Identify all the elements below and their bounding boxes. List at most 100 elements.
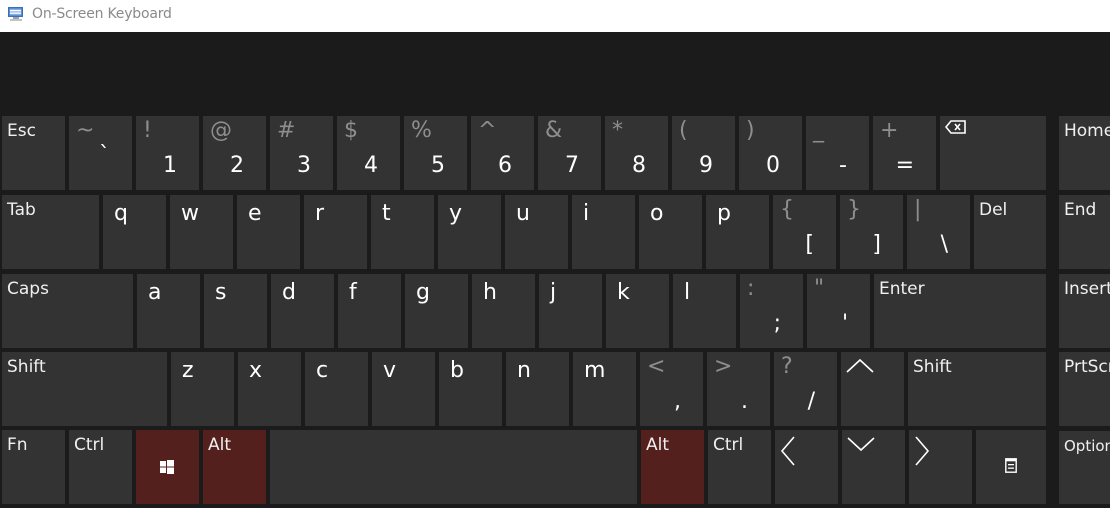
key-comma[interactable]: <, <box>640 352 703 426</box>
key-alt-left[interactable]: Alt <box>203 430 266 504</box>
key-6[interactable]: ^ 6 <box>471 116 534 190</box>
key-d[interactable]: d <box>271 274 334 348</box>
key-1[interactable]: ! 1 <box>136 116 199 190</box>
key-windows[interactable] <box>136 430 199 504</box>
key-backtick[interactable]: ~ ` <box>69 116 132 190</box>
key-semicolon[interactable]: :; <box>740 274 803 348</box>
key-slash[interactable]: ? / <box>774 352 837 426</box>
key-caps[interactable]: Caps <box>2 274 133 348</box>
key-k[interactable]: k <box>606 274 669 348</box>
shift-symbol: ! <box>143 118 152 143</box>
shift-symbol: " <box>814 276 825 301</box>
key-letter: w <box>181 201 199 226</box>
key-space[interactable] <box>270 430 637 504</box>
key-c[interactable]: c <box>305 352 368 426</box>
key-period[interactable]: >. <box>707 352 770 426</box>
shift-symbol: * <box>612 118 623 143</box>
shift-symbol: : <box>747 276 755 301</box>
key-label: Alt <box>646 435 670 455</box>
key-equals[interactable]: + = <box>873 116 936 190</box>
key-g[interactable]: g <box>405 274 468 348</box>
shift-symbol: + <box>880 118 899 143</box>
shift-symbol: # <box>277 118 296 143</box>
main-symbol: . <box>741 389 748 414</box>
main-symbol: [ <box>805 232 814 257</box>
key-e[interactable]: e <box>237 195 300 269</box>
key-p[interactable]: p <box>706 195 769 269</box>
key-ctrl-left[interactable]: Ctrl <box>69 430 132 504</box>
key-j[interactable]: j <box>539 274 602 348</box>
key-backslash[interactable]: | \ <box>907 195 970 269</box>
key-n[interactable]: n <box>506 352 569 426</box>
main-symbol: 3 <box>297 153 311 178</box>
key-insert[interactable]: Insert <box>1059 274 1110 348</box>
windows-icon <box>160 460 174 474</box>
key-left-bracket[interactable]: {[ <box>773 195 836 269</box>
key-menu[interactable] <box>976 430 1046 504</box>
key-h[interactable]: h <box>472 274 535 348</box>
key-label: Tab <box>7 200 36 220</box>
key-5[interactable]: % 5 <box>404 116 467 190</box>
key-options[interactable]: Options <box>1059 431 1110 504</box>
main-symbol: 2 <box>230 153 244 178</box>
key-y[interactable]: y <box>438 195 501 269</box>
key-letter: l <box>684 280 691 305</box>
key-enter[interactable]: Enter <box>874 274 1046 348</box>
key-i[interactable]: i <box>572 195 635 269</box>
key-r[interactable]: r <box>304 195 367 269</box>
key-right[interactable] <box>909 430 972 504</box>
key-tab[interactable]: Tab <box>2 195 99 269</box>
key-b[interactable]: b <box>439 352 502 426</box>
key-fn[interactable]: Fn <box>2 430 65 504</box>
key-letter: m <box>584 358 606 383</box>
key-o[interactable]: o <box>639 195 702 269</box>
key-s[interactable]: s <box>204 274 267 348</box>
key-l[interactable]: l <box>673 274 736 348</box>
key-right-bracket[interactable]: }] <box>840 195 903 269</box>
key-u[interactable]: u <box>505 195 568 269</box>
main-symbol: 7 <box>565 153 579 178</box>
main-symbol: 1 <box>163 153 177 178</box>
shift-symbol: $ <box>344 118 358 143</box>
key-letter: r <box>315 201 325 226</box>
key-2[interactable]: @2 <box>203 116 266 190</box>
key-0[interactable]: ) 0 <box>739 116 802 190</box>
key-end[interactable]: End <box>1059 195 1110 269</box>
key-left[interactable] <box>775 430 838 504</box>
key-home[interactable]: Home <box>1059 116 1110 190</box>
key-label: Del <box>979 200 1008 220</box>
key-label: PrtScn <box>1064 357 1110 377</box>
key-del[interactable]: Del <box>974 195 1046 269</box>
shift-symbol: < <box>647 354 666 379</box>
key-esc[interactable]: Esc <box>2 116 65 190</box>
key-a[interactable]: a <box>137 274 200 348</box>
key-x[interactable]: x <box>238 352 301 426</box>
key-4[interactable]: $4 <box>337 116 400 190</box>
key-ctrl-right[interactable]: Ctrl <box>708 430 771 504</box>
key-8[interactable]: * 8 <box>605 116 668 190</box>
key-shift-right[interactable]: Shift <box>908 352 1046 426</box>
key-w[interactable]: w <box>170 195 233 269</box>
key-7[interactable]: & 7 <box>538 116 601 190</box>
key-down[interactable] <box>842 430 905 504</box>
key-letter: t <box>382 201 391 226</box>
key-shift-left[interactable]: Shift <box>2 352 167 426</box>
key-q[interactable]: q <box>103 195 166 269</box>
key-z[interactable]: z <box>171 352 234 426</box>
key-minus[interactable]: _ - <box>806 116 869 190</box>
key-v[interactable]: v <box>372 352 435 426</box>
key-up[interactable] <box>841 352 904 426</box>
key-t[interactable]: t <box>371 195 434 269</box>
key-prtscn[interactable]: PrtScn <box>1059 352 1110 426</box>
key-letter: o <box>650 201 664 226</box>
key-3[interactable]: #3 <box>270 116 333 190</box>
key-f[interactable]: f <box>338 274 401 348</box>
key-m[interactable]: m <box>573 352 636 426</box>
main-symbol: 0 <box>766 153 780 178</box>
key-9[interactable]: (9 <box>672 116 735 190</box>
key-quote[interactable]: " ' <box>807 274 870 348</box>
key-backspace[interactable] <box>940 116 1046 190</box>
key-letter: q <box>114 201 128 226</box>
key-alt-right[interactable]: Alt <box>641 430 704 504</box>
shift-symbol: @ <box>210 118 232 143</box>
